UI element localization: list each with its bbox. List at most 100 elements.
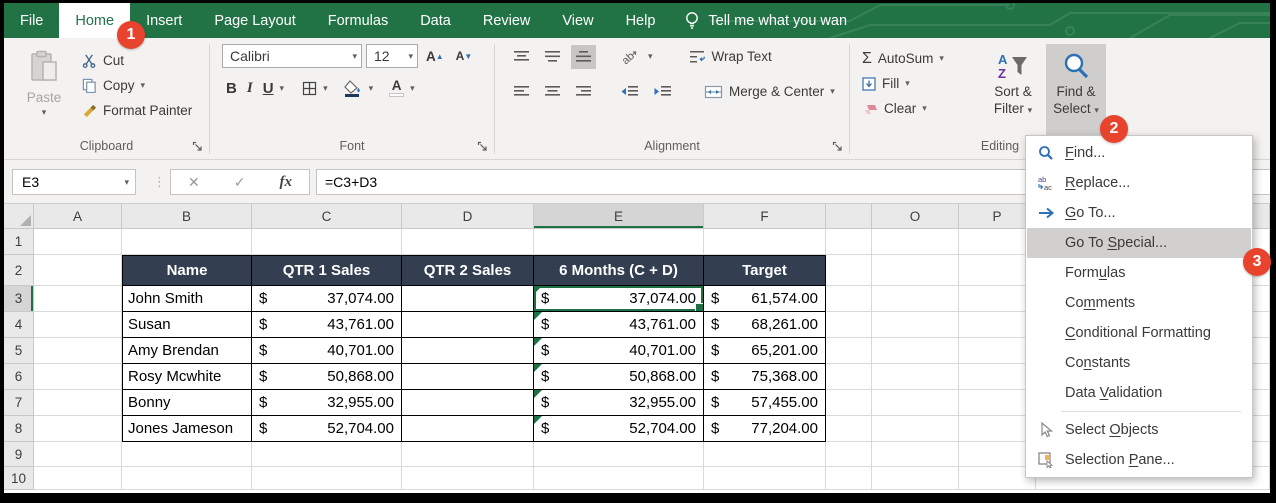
- cell-col61[interactable]: [826, 229, 872, 255]
- cell-F3[interactable]: $61,574.00: [704, 286, 826, 312]
- cell-C10[interactable]: [252, 467, 402, 490]
- cell-col62[interactable]: [826, 255, 872, 286]
- tab-formulas[interactable]: Formulas: [312, 3, 404, 38]
- cell-D8[interactable]: [402, 416, 534, 442]
- cancel-button[interactable]: ✕: [188, 174, 200, 191]
- autosum-button[interactable]: Σ AutoSum ▾: [862, 46, 980, 71]
- align-right-icon[interactable]: [571, 80, 596, 104]
- fill-color-chevron-icon[interactable]: ▾: [369, 83, 374, 94]
- row-header-8[interactable]: 8: [4, 416, 34, 442]
- tab-page-layout[interactable]: Page Layout: [198, 3, 311, 38]
- sort-filter-button[interactable]: AZ Sort & Filter ▾: [980, 44, 1046, 139]
- decrease-font-size-button[interactable]: A ▼: [452, 44, 477, 68]
- cell-O2[interactable]: [872, 255, 959, 286]
- menu-item-constants[interactable]: Constants: [1027, 348, 1251, 378]
- align-center-icon[interactable]: [540, 80, 565, 104]
- fill-color-button[interactable]: [340, 76, 367, 100]
- fill-button[interactable]: Fill ▾: [862, 71, 980, 96]
- bottom-align-icon[interactable]: [571, 44, 596, 69]
- cell-C1[interactable]: [252, 229, 402, 255]
- cell-E2[interactable]: 6 Months (C + D): [534, 255, 704, 286]
- name-box[interactable]: E3 ▾: [12, 169, 136, 195]
- cell-C7[interactable]: $32,955.00: [252, 390, 402, 416]
- cell-B2[interactable]: Name: [122, 255, 252, 286]
- cell-A10[interactable]: [34, 467, 122, 490]
- cell-A1[interactable]: [34, 229, 122, 255]
- column-header-D[interactable]: D: [402, 204, 534, 229]
- clear-button[interactable]: Clear ▾: [862, 96, 980, 121]
- row-header-9[interactable]: 9: [4, 442, 34, 467]
- insert-function-button[interactable]: fx: [279, 174, 292, 191]
- font-name-combobox[interactable]: Calibri ▾: [222, 44, 362, 68]
- middle-align-icon[interactable]: [540, 45, 565, 69]
- orientation-chevron-icon[interactable]: ▾: [648, 51, 653, 62]
- clipboard-dialog-launcher-icon[interactable]: [192, 141, 203, 152]
- cell-B5[interactable]: Amy Brendan: [122, 338, 252, 364]
- cell-F6[interactable]: $75,368.00: [704, 364, 826, 390]
- cell-B6[interactable]: Rosy Mcwhite: [122, 364, 252, 390]
- column-header-A[interactable]: A: [34, 204, 122, 229]
- orientation-icon[interactable]: ab: [616, 45, 642, 69]
- cell-A4[interactable]: [34, 312, 122, 338]
- cell-O3[interactable]: [872, 286, 959, 312]
- cell-E8[interactable]: $52,704.00: [534, 416, 704, 442]
- tab-file[interactable]: File: [4, 3, 59, 38]
- cell-O7[interactable]: [872, 390, 959, 416]
- menu-item-replace[interactable]: ab ac Replace...: [1027, 168, 1251, 198]
- enter-button[interactable]: ✓: [234, 174, 246, 191]
- cell-D10[interactable]: [402, 467, 534, 490]
- menu-item-select-objects[interactable]: Select Objects: [1027, 415, 1251, 445]
- tab-data[interactable]: Data: [404, 3, 467, 38]
- row-header-5[interactable]: 5: [4, 338, 34, 364]
- menu-item-comments[interactable]: Comments: [1027, 288, 1251, 318]
- row-header-1[interactable]: 1: [4, 229, 34, 255]
- font-color-button[interactable]: A: [385, 76, 408, 100]
- cell-O8[interactable]: [872, 416, 959, 442]
- cell-E6[interactable]: $50,868.00: [534, 364, 704, 390]
- row-header-4[interactable]: 4: [4, 312, 34, 338]
- paste-button[interactable]: Paste ▾: [16, 44, 72, 139]
- cell-A5[interactable]: [34, 338, 122, 364]
- cell-D9[interactable]: [402, 442, 534, 467]
- menu-item-selection-pane[interactable]: Selection Pane...: [1027, 445, 1251, 475]
- cut-button[interactable]: Cut: [82, 48, 192, 73]
- cell-O9[interactable]: [872, 442, 959, 467]
- cell-C8[interactable]: $52,704.00: [252, 416, 402, 442]
- cell-B1[interactable]: [122, 229, 252, 255]
- cell-E3[interactable]: $37,074.00: [534, 286, 704, 312]
- align-left-icon[interactable]: [509, 80, 534, 104]
- menu-item-go-to-special[interactable]: Go To Special...: [1027, 228, 1251, 258]
- cell-col67[interactable]: [826, 390, 872, 416]
- tab-help[interactable]: Help: [610, 3, 672, 38]
- format-painter-button[interactable]: Format Painter: [82, 98, 192, 123]
- cell-E9[interactable]: [534, 442, 704, 467]
- alignment-dialog-launcher-icon[interactable]: [832, 141, 843, 152]
- cell-col69[interactable]: [826, 442, 872, 467]
- merge-center-button[interactable]: Merge & Center ▾: [704, 79, 835, 104]
- cell-C9[interactable]: [252, 442, 402, 467]
- column-header-E[interactable]: E: [534, 204, 704, 229]
- cell-A8[interactable]: [34, 416, 122, 442]
- cell-F7[interactable]: $57,455.00: [704, 390, 826, 416]
- cell-C5[interactable]: $40,701.00: [252, 338, 402, 364]
- menu-item-go-to[interactable]: Go To...: [1027, 198, 1251, 228]
- font-size-combobox[interactable]: 12 ▾: [366, 44, 418, 68]
- row-header-3[interactable]: 3: [4, 286, 34, 312]
- column-header-C[interactable]: C: [252, 204, 402, 229]
- cell-O6[interactable]: [872, 364, 959, 390]
- font-color-chevron-icon[interactable]: ▾: [410, 83, 415, 94]
- cell-col68[interactable]: [826, 416, 872, 442]
- row-header-2[interactable]: 2: [4, 255, 34, 286]
- cell-B9[interactable]: [122, 442, 252, 467]
- cell-A9[interactable]: [34, 442, 122, 467]
- cell-D4[interactable]: [402, 312, 534, 338]
- decrease-indent-icon[interactable]: [616, 80, 643, 104]
- cell-col65[interactable]: [826, 338, 872, 364]
- column-header-B[interactable]: B: [122, 204, 252, 229]
- row-header-10[interactable]: 10: [4, 467, 34, 490]
- cell-C4[interactable]: $43,761.00: [252, 312, 402, 338]
- borders-chevron-icon[interactable]: ▾: [323, 83, 328, 94]
- increase-indent-icon[interactable]: [649, 80, 676, 104]
- font-dialog-launcher-icon[interactable]: [477, 141, 488, 152]
- cell-E5[interactable]: $40,701.00: [534, 338, 704, 364]
